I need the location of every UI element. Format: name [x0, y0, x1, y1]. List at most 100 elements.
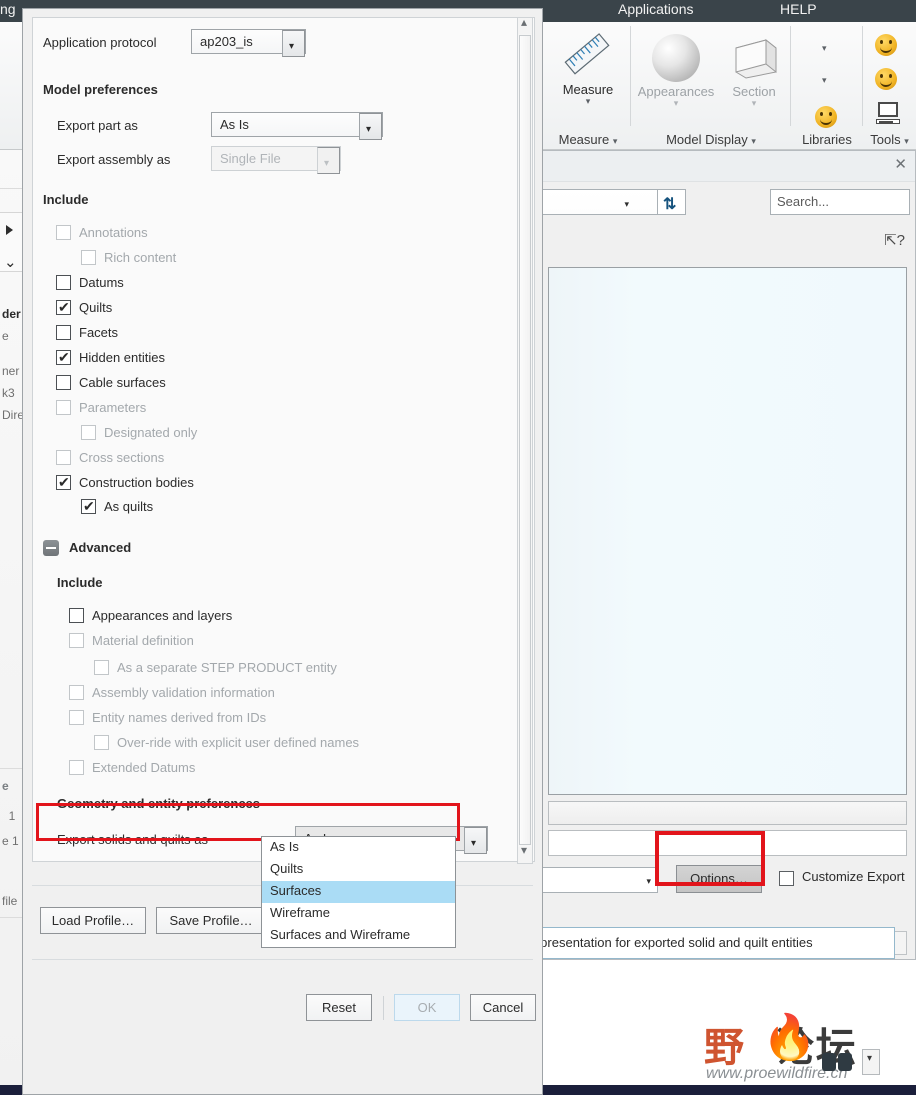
- chevron-down-icon[interactable]: ▾: [646, 876, 651, 887]
- menu-item-applications[interactable]: Applications: [618, 1, 694, 17]
- label-annotations: Annotations: [79, 225, 148, 240]
- reset-button[interactable]: Reset: [306, 994, 372, 1021]
- ok-button[interactable]: OK: [394, 994, 460, 1021]
- export-part-as-combobox[interactable]: As Is: [211, 112, 383, 142]
- checkbox-assembly-validation-information: [69, 685, 84, 700]
- play-arrow-icon[interactable]: [6, 225, 13, 235]
- export-window-titlebar[interactable]: ✕: [534, 151, 915, 181]
- checkbox-appearances-and-layers[interactable]: [69, 608, 84, 623]
- chevron-down-icon[interactable]: ⌄: [4, 253, 17, 271]
- ruler-icon: [560, 28, 616, 82]
- ribbon-group-label-model-display[interactable]: Model Display ▾: [631, 132, 791, 147]
- dialog-scrollbar[interactable]: [517, 15, 533, 864]
- close-icon[interactable]: ✕: [894, 155, 907, 173]
- measure-button[interactable]: Measure ▾: [545, 28, 631, 106]
- search-input[interactable]: Search...: [770, 189, 910, 215]
- export-solids-dropdown-list[interactable]: As Is Quilts Surfaces Wireframe Surfaces…: [261, 836, 456, 948]
- application-protocol-combobox[interactable]: ap203_is: [191, 29, 306, 59]
- group-caret-icon[interactable]: ▾: [904, 136, 909, 146]
- cancel-button[interactable]: Cancel: [470, 994, 536, 1021]
- dropdown-option-surfaces-and-wireframe[interactable]: Surfaces and Wireframe: [262, 925, 455, 947]
- monitor-icon[interactable]: [875, 102, 901, 124]
- ribbon-group-label-libraries[interactable]: Libraries: [791, 132, 863, 147]
- menu-item-rendering[interactable]: ng: [0, 1, 16, 17]
- label-appearances-and-layers: Appearances and layers: [92, 608, 233, 623]
- dropdown-option-as-is[interactable]: As Is: [262, 837, 455, 859]
- smiley-icon[interactable]: [875, 68, 897, 90]
- dropdown-option-quilts[interactable]: Quilts: [262, 859, 455, 881]
- checkbox-override-with-explicit-user-defined-names: [94, 735, 109, 750]
- label-as-quilts: As quilts: [104, 499, 154, 514]
- export-window-toolbar[interactable]: ▾ ⇅ Search...: [534, 181, 915, 223]
- dialog-scroll-body[interactable]: Application protocol ap203_is Model pref…: [32, 17, 535, 862]
- ribbon-group-measure[interactable]: Measure ▾ Measure ▾: [545, 22, 631, 150]
- binoculars-icon[interactable]: [821, 1049, 857, 1075]
- advanced-collapse-button[interactable]: [43, 540, 59, 556]
- checkbox-quilts[interactable]: [56, 298, 71, 316]
- chevron-down-icon[interactable]: [359, 113, 382, 142]
- label-facets: Facets: [79, 325, 119, 340]
- dropdown-option-wireframe[interactable]: Wireframe: [262, 903, 455, 925]
- chevron-down-icon[interactable]: [464, 827, 487, 856]
- application-protocol-label: Application protocol: [43, 35, 157, 50]
- label-designated-only: Designated only: [104, 425, 198, 440]
- smiley-icon[interactable]: [875, 34, 897, 56]
- libraries-caret-icon-1[interactable]: ▾: [822, 44, 827, 53]
- smiley-icon[interactable]: [815, 106, 837, 128]
- checkbox-facets[interactable]: [56, 325, 71, 340]
- load-profile-button[interactable]: Load Profile…: [40, 907, 146, 934]
- checkbox-datums[interactable]: [56, 275, 71, 290]
- menu-item-help[interactable]: HELP: [780, 1, 817, 17]
- libraries-caret-icon-2[interactable]: ▾: [822, 76, 827, 85]
- application-protocol-value: ap203_is: [200, 34, 253, 49]
- label-quilts: Quilts: [79, 300, 113, 315]
- label-hidden-entities: Hidden entities: [79, 350, 165, 365]
- group-caret-icon[interactable]: ▾: [613, 136, 618, 146]
- chevron-down-icon[interactable]: ▾: [624, 199, 629, 210]
- chevron-down-icon[interactable]: [282, 30, 305, 59]
- file-list-strip[interactable]: [548, 801, 907, 825]
- scroll-up-icon[interactable]: [518, 15, 532, 34]
- help-pointer-icon[interactable]: ⇱?: [884, 231, 905, 249]
- label-datums: Datums: [79, 275, 124, 290]
- ribbon-group-label-measure[interactable]: Measure ▾: [545, 132, 631, 147]
- label-as-separate-step-product-entity: As a separate STEP PRODUCT entity: [117, 660, 337, 675]
- ribbon-group-label-tools[interactable]: Tools ▾: [863, 132, 916, 147]
- checkbox-cable-surfaces[interactable]: [56, 375, 71, 390]
- save-profile-button[interactable]: Save Profile…: [156, 907, 266, 934]
- customize-export-checkbox[interactable]: [779, 871, 794, 886]
- ribbon-group-tools[interactable]: Tools ▾: [863, 22, 916, 150]
- checkbox-rich-content: [81, 250, 96, 265]
- group-caret-icon[interactable]: ▾: [751, 136, 756, 146]
- ribbon-group-model-display[interactable]: Appearances ▾ Section ▾ Model Display ▾: [631, 22, 791, 150]
- include-heading: Include: [43, 192, 89, 207]
- export-assembly-as-label: Export assembly as: [57, 152, 171, 167]
- label-parameters: Parameters: [79, 400, 147, 415]
- refresh-button[interactable]: ⇅: [658, 189, 686, 215]
- refresh-icon: ⇅: [663, 196, 677, 213]
- graphics-area[interactable]: [548, 267, 907, 795]
- section-button[interactable]: Section ▾: [721, 30, 787, 108]
- checkbox-construction-bodies[interactable]: [56, 473, 71, 491]
- path-combobox[interactable]: ▾: [534, 189, 658, 215]
- appearances-button[interactable]: Appearances ▾: [631, 30, 721, 108]
- advanced-heading: Advanced: [69, 540, 132, 555]
- checkbox-cross-sections: [56, 450, 71, 465]
- dropdown-option-surfaces[interactable]: Surfaces: [262, 881, 455, 903]
- section-button-label: Section: [732, 84, 776, 99]
- scrollbar-thumb[interactable]: [519, 35, 531, 845]
- checkbox-as-quilts[interactable]: [81, 497, 96, 515]
- checkbox-hidden-entities[interactable]: [56, 348, 71, 366]
- checkbox-parameters: [56, 400, 71, 415]
- checkbox-extended-datums: [69, 760, 84, 775]
- label-assembly-validation-information: Assembly validation information: [92, 685, 275, 700]
- measure-dropdown-caret-icon[interactable]: ▾: [545, 97, 631, 106]
- scroll-down-icon[interactable]: [518, 843, 532, 863]
- checkbox-annotations: [56, 225, 71, 240]
- customize-export-label: Customize Export: [802, 869, 905, 884]
- binoculars-dropdown-caret-icon[interactable]: [862, 1049, 880, 1075]
- filetype-combobox[interactable]: ▾: [534, 867, 658, 893]
- checkbox-designated-only: [81, 425, 96, 440]
- appearances-dropdown-caret-icon: ▾: [673, 98, 679, 108]
- ribbon-group-libraries[interactable]: ▾ ▾ Libraries: [791, 22, 863, 150]
